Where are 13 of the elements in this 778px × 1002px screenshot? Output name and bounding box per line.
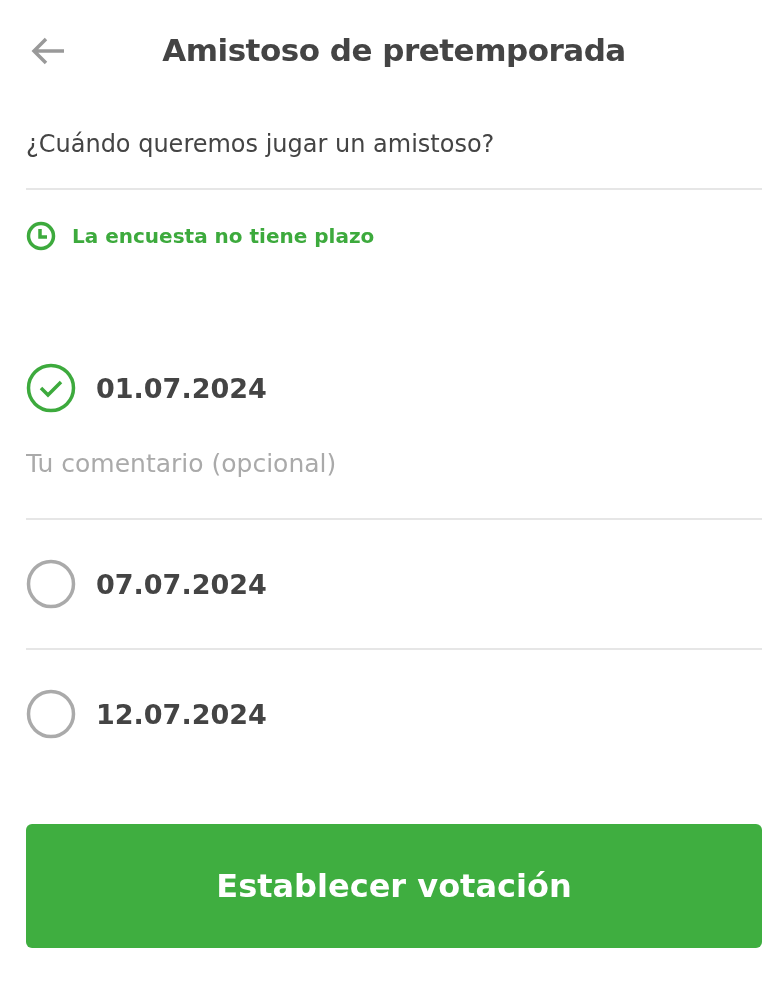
- radio-button[interactable]: [26, 363, 76, 413]
- page-title: Amistoso de pretemporada: [162, 32, 626, 68]
- back-icon[interactable]: [30, 36, 66, 66]
- poll-question: ¿Cuándo queremos jugar un amistoso?: [26, 129, 496, 160]
- comment-field[interactable]: Tu comentario (opcional): [26, 428, 762, 518]
- radio-button[interactable]: [26, 559, 76, 609]
- deadline-text: La encuesta no tiene plazo: [72, 224, 375, 248]
- submit-button[interactable]: Establecer votación: [26, 824, 762, 948]
- radio-button[interactable]: [26, 689, 76, 739]
- option-label: 01.07.2024: [96, 372, 267, 404]
- clock-icon: [26, 221, 56, 251]
- option-label: 12.07.2024: [96, 698, 267, 730]
- option-label: 07.07.2024: [96, 568, 267, 600]
